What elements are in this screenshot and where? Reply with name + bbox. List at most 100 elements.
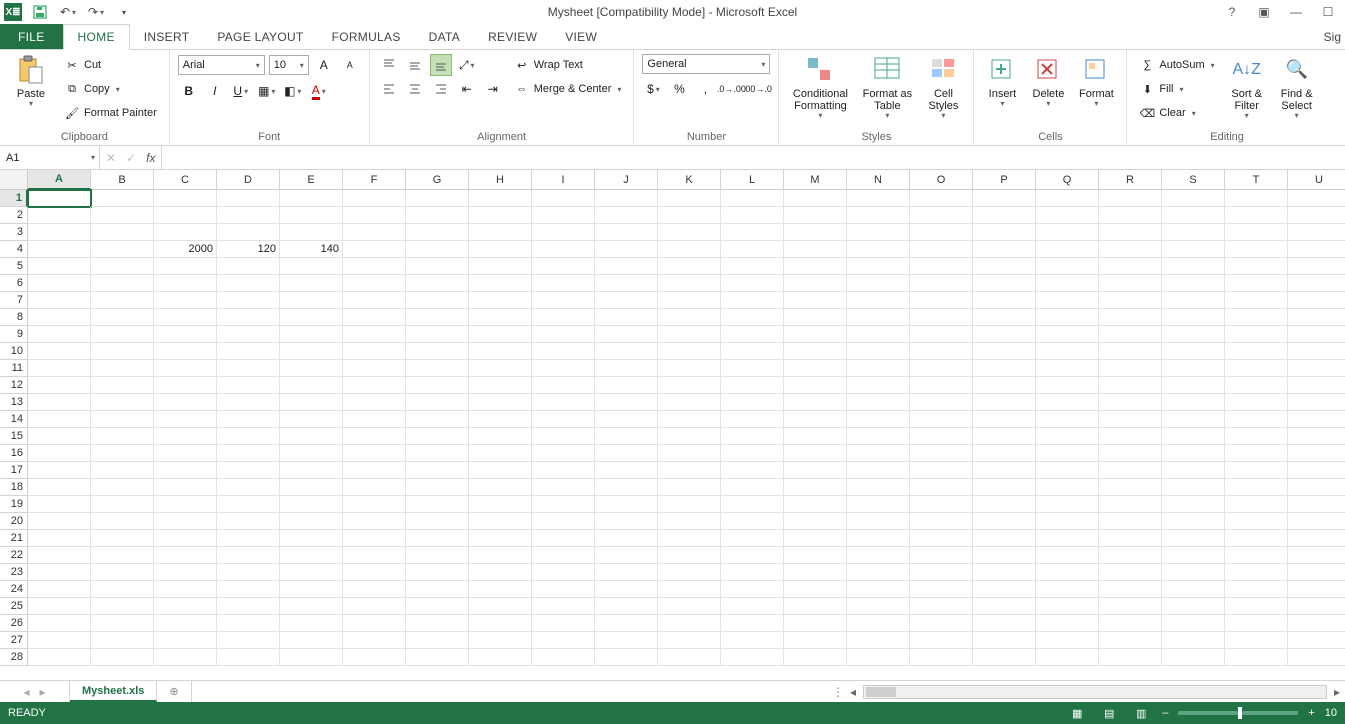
cell[interactable] — [280, 309, 343, 326]
cell[interactable] — [406, 598, 469, 615]
decrease-font-button[interactable]: A — [339, 54, 361, 76]
cell[interactable] — [721, 581, 784, 598]
cell[interactable] — [721, 343, 784, 360]
cell[interactable] — [658, 394, 721, 411]
cell[interactable] — [1036, 394, 1099, 411]
cell[interactable] — [595, 615, 658, 632]
cell[interactable] — [343, 326, 406, 343]
row-header[interactable]: 10 — [0, 343, 28, 360]
cell[interactable] — [406, 632, 469, 649]
cell[interactable] — [217, 513, 280, 530]
cell[interactable] — [1162, 207, 1225, 224]
cell[interactable] — [1225, 292, 1288, 309]
cell[interactable] — [1162, 479, 1225, 496]
cell[interactable] — [721, 564, 784, 581]
cell[interactable] — [532, 615, 595, 632]
fill-color-button[interactable]: ◧ — [282, 80, 304, 102]
cell[interactable] — [343, 649, 406, 666]
cell[interactable] — [343, 479, 406, 496]
cell[interactable] — [1036, 632, 1099, 649]
row-header[interactable]: 27 — [0, 632, 28, 649]
cell[interactable] — [784, 632, 847, 649]
cell[interactable] — [1162, 581, 1225, 598]
cell[interactable] — [343, 615, 406, 632]
cell[interactable] — [910, 615, 973, 632]
cell[interactable] — [406, 479, 469, 496]
cell[interactable] — [280, 258, 343, 275]
horizontal-scrollbar[interactable]: ◂ ▸ — [845, 681, 1345, 702]
cell[interactable] — [28, 428, 91, 445]
number-format-select[interactable]: General▾ — [642, 54, 770, 74]
cell[interactable] — [847, 428, 910, 445]
cell[interactable] — [721, 513, 784, 530]
cell[interactable] — [1099, 360, 1162, 377]
qat-customize-button[interactable]: ▾ — [114, 2, 134, 22]
cell[interactable] — [847, 462, 910, 479]
cell[interactable] — [280, 530, 343, 547]
column-header[interactable]: L — [721, 170, 784, 190]
cell[interactable] — [28, 224, 91, 241]
cell[interactable] — [784, 581, 847, 598]
cell[interactable] — [154, 530, 217, 547]
cell[interactable] — [217, 581, 280, 598]
cell[interactable] — [532, 598, 595, 615]
cell[interactable] — [1036, 224, 1099, 241]
cell[interactable] — [784, 224, 847, 241]
column-header[interactable]: E — [280, 170, 343, 190]
cell[interactable] — [1162, 309, 1225, 326]
cell[interactable] — [1036, 445, 1099, 462]
increase-indent-button[interactable]: ⇥ — [482, 78, 504, 100]
cell[interactable] — [658, 445, 721, 462]
cell[interactable] — [469, 428, 532, 445]
cell[interactable] — [1036, 598, 1099, 615]
row-header[interactable]: 20 — [0, 513, 28, 530]
redo-button[interactable]: ↷ — [86, 2, 106, 22]
cell[interactable] — [1099, 258, 1162, 275]
cell[interactable] — [280, 394, 343, 411]
cell[interactable] — [847, 343, 910, 360]
cell[interactable] — [1288, 615, 1345, 632]
cell[interactable] — [784, 326, 847, 343]
zoom-level[interactable]: 10 — [1325, 707, 1337, 719]
column-header[interactable]: R — [1099, 170, 1162, 190]
cell[interactable] — [658, 241, 721, 258]
cell[interactable] — [784, 292, 847, 309]
cell[interactable] — [91, 649, 154, 666]
cell[interactable] — [406, 241, 469, 258]
cell[interactable] — [154, 513, 217, 530]
cell[interactable] — [658, 581, 721, 598]
cell[interactable] — [910, 564, 973, 581]
cell[interactable] — [1099, 564, 1162, 581]
cell[interactable] — [1099, 241, 1162, 258]
scroll-right-button[interactable]: ▸ — [1329, 684, 1345, 700]
cell[interactable] — [406, 309, 469, 326]
row-header[interactable]: 26 — [0, 615, 28, 632]
row-header[interactable]: 19 — [0, 496, 28, 513]
cell[interactable] — [532, 445, 595, 462]
cell[interactable] — [1225, 445, 1288, 462]
cell[interactable] — [658, 343, 721, 360]
cell[interactable] — [910, 547, 973, 564]
cell[interactable] — [1162, 615, 1225, 632]
cell[interactable] — [658, 275, 721, 292]
cell[interactable] — [217, 258, 280, 275]
cell[interactable] — [1099, 394, 1162, 411]
cell[interactable] — [784, 360, 847, 377]
cell[interactable] — [721, 598, 784, 615]
cell[interactable] — [280, 632, 343, 649]
cell[interactable] — [1036, 241, 1099, 258]
cell[interactable] — [154, 462, 217, 479]
cell[interactable] — [1225, 343, 1288, 360]
cell[interactable] — [28, 377, 91, 394]
cell[interactable] — [280, 292, 343, 309]
cell[interactable] — [1288, 241, 1345, 258]
cell[interactable] — [658, 224, 721, 241]
cell[interactable] — [658, 207, 721, 224]
cell[interactable] — [973, 445, 1036, 462]
cell[interactable] — [28, 207, 91, 224]
cell[interactable] — [1099, 224, 1162, 241]
cell[interactable] — [280, 496, 343, 513]
cell[interactable] — [658, 377, 721, 394]
help-button[interactable]: ? — [1223, 3, 1241, 21]
cell[interactable] — [910, 479, 973, 496]
